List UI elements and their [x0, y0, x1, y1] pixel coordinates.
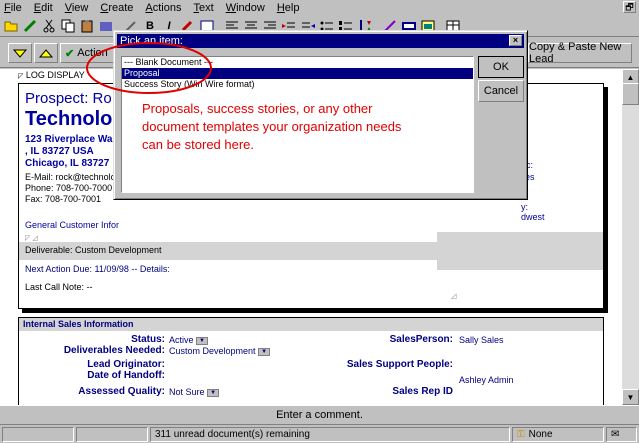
field-bracket-icon: ◸ ◿	[25, 235, 38, 242]
twistie-icon: ◸	[18, 73, 24, 80]
menu-create[interactable]: Create	[100, 2, 133, 14]
right-text-4: dwest	[521, 212, 545, 222]
checkmark-icon: ✔	[65, 47, 75, 60]
status-bar: 311 unread document(s) remaining ⚿ None …	[0, 424, 639, 443]
location-selector[interactable]: ⚿ None	[512, 427, 604, 442]
sales-support-label: Sales Support People:	[346, 359, 453, 370]
menu-window[interactable]: Window	[226, 2, 265, 14]
status-label: Status:	[131, 334, 165, 345]
collapse-up-button[interactable]	[34, 43, 58, 63]
email-text: E-Mail: rock@technolo	[25, 172, 116, 182]
status-cell-2[interactable]	[76, 427, 148, 442]
copy-paste-new-lead-button[interactable]: Copy & Paste New Lead	[528, 41, 632, 65]
general-customer-info-link[interactable]: General Customer Infor	[25, 220, 119, 230]
deliverables-label: Deliverables Needed:	[63, 345, 165, 356]
window-restore-button[interactable]: 🗗	[623, 1, 636, 13]
date-handoff-label: Date of Handoff:	[87, 370, 165, 381]
scroll-thumb[interactable]	[622, 83, 639, 105]
key-icon: ⚿	[517, 429, 525, 440]
menu-file[interactable]: File	[4, 2, 22, 14]
list-item-proposal[interactable]: Proposal	[122, 68, 473, 79]
action-button[interactable]: ✔ Action	[60, 43, 114, 63]
scroll-down-button[interactable]: ▼	[622, 389, 639, 405]
paste-icon[interactable]	[78, 17, 96, 35]
comment-input[interactable]: Enter a comment.	[0, 405, 639, 424]
dropdown-icon[interactable]: ▼	[207, 388, 220, 397]
internal-sales-header: Internal Sales Information	[19, 318, 603, 331]
triangle-down-icon	[13, 49, 27, 58]
field-bracket-end-icon: ◿	[451, 293, 457, 300]
address-line-1: 123 Riverplace Wa	[25, 134, 113, 145]
log-display-toggle[interactable]: ◸ LOG DISPLAY	[18, 70, 85, 80]
sales-rep-id-label: Sales Rep ID	[392, 386, 453, 397]
list-item-blank[interactable]: --- Blank Document ---	[122, 57, 473, 68]
collapse-down-button[interactable]	[8, 43, 32, 63]
address-line-2: , IL 83727 USA	[25, 146, 94, 157]
status-field[interactable]: Active ▼	[169, 335, 209, 345]
dropdown-icon[interactable]: ▼	[196, 336, 209, 345]
menu-edit[interactable]: Edit	[34, 2, 53, 14]
mail-icon[interactable]: ✉	[606, 427, 637, 442]
deliverable-band: Deliverable: Custom Development	[19, 242, 603, 260]
vertical-scrollbar[interactable]: ▲ ▼	[622, 69, 639, 405]
prospect-label: Prospect: Ro	[25, 90, 112, 107]
lead-originator-label: Lead Originator:	[87, 359, 165, 370]
dropdown-icon[interactable]: ▼	[258, 347, 271, 356]
cancel-button[interactable]: Cancel	[478, 80, 524, 102]
address-line-3: Chicago, IL 83727	[25, 158, 110, 169]
sales-support-value: Ashley Admin	[459, 375, 514, 385]
menu-help[interactable]: Help	[277, 2, 300, 14]
menu-text[interactable]: Text	[194, 2, 214, 14]
dialog-title: Pick an item:	[120, 35, 183, 47]
unread-count: 311 unread document(s) remaining	[150, 427, 510, 442]
menu-bar: File Edit View Create Actions Text Windo…	[0, 0, 639, 15]
cut-icon[interactable]	[40, 17, 58, 35]
dialog-title-bar: Pick an item: ×	[117, 34, 524, 48]
phone-text: Phone: 708-700-7000	[25, 183, 113, 193]
right-text-3: y:	[521, 202, 529, 212]
internal-sales-panel: Internal Sales Information Status: Activ…	[18, 317, 604, 405]
copy-icon[interactable]	[59, 17, 77, 35]
company-name: Technolo	[25, 108, 113, 130]
open-icon[interactable]	[2, 17, 20, 35]
fax-text: Fax: 708-700-7001	[25, 194, 102, 204]
assessed-quality-field[interactable]: Not Sure ▼	[169, 387, 220, 397]
edit-icon[interactable]	[21, 17, 39, 35]
annotation-text: Proposals, success stories, or any other…	[142, 101, 402, 152]
salesperson-label: SalesPerson:	[389, 334, 453, 345]
salesperson-value: Sally Sales	[459, 335, 504, 345]
assessed-quality-label: Assessed Quality:	[78, 386, 165, 397]
menu-actions[interactable]: Actions	[145, 2, 181, 14]
menu-view[interactable]: View	[65, 2, 89, 14]
deliverables-field[interactable]: Custom Development ▼	[169, 346, 271, 356]
ok-button[interactable]: OK	[478, 56, 524, 78]
close-icon[interactable]: ×	[509, 35, 522, 46]
triangle-up-icon	[39, 49, 53, 58]
next-action-text: Next Action Due: 11/09/98 -- Details:	[25, 264, 170, 274]
status-cell-1[interactable]	[2, 427, 74, 442]
last-call-note: Last Call Note: --	[25, 282, 93, 292]
list-item-success-story[interactable]: Success Story (Win Wire format)	[122, 79, 473, 90]
